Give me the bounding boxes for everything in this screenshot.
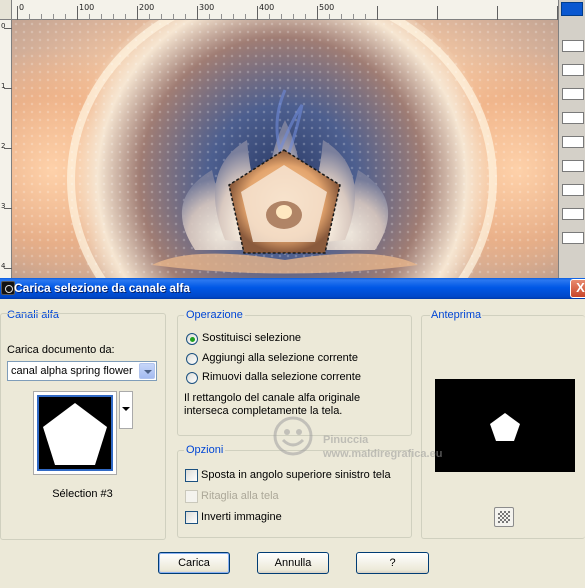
- ruler-label: 300: [199, 3, 215, 12]
- remove-selection-radio[interactable]: [186, 372, 198, 384]
- watermark-logo: [273, 416, 313, 456]
- crop-to-canvas-label: Ritaglia alla tela: [201, 490, 279, 502]
- panel-title-strip: [561, 2, 583, 16]
- preview-zoom-button[interactable]: [494, 507, 514, 527]
- operation-info-line1: Il rettangolo del canale alfa originale: [184, 392, 361, 404]
- load-button[interactable]: Carica: [158, 552, 230, 574]
- app-icon: [1, 281, 15, 295]
- ruler-label: 3: [1, 202, 6, 210]
- add-selection-radio[interactable]: [186, 353, 198, 365]
- panel-layer-thumb[interactable]: [562, 112, 584, 124]
- lotus-artwork: [152, 89, 418, 274]
- dialog-title: Carica selezione da canale alfa: [14, 281, 191, 295]
- watermark-url: www.maldiregrafica.eu: [323, 448, 443, 460]
- panel-layer-thumb[interactable]: [562, 208, 584, 220]
- watermark-name: Pinuccia: [323, 434, 369, 446]
- move-to-top-left-label[interactable]: Sposta in angolo superiore sinistro tela: [201, 469, 391, 481]
- replace-selection-radio[interactable]: [186, 333, 198, 345]
- remove-selection-label[interactable]: Rimuovi dalla selezione corrente: [202, 371, 361, 383]
- panel-layer-thumb[interactable]: [562, 64, 584, 76]
- invert-image-checkbox[interactable]: [185, 511, 198, 524]
- image-canvas[interactable]: [12, 20, 558, 278]
- add-selection-label[interactable]: Aggiungi alla selezione corrente: [202, 352, 358, 364]
- horizontal-ruler: 0 100 200 300 400 500: [0, 0, 558, 20]
- panel-layer-thumb[interactable]: [562, 160, 584, 172]
- preview-label: Anteprima: [430, 309, 483, 321]
- ruler-label: 100: [79, 3, 95, 12]
- panel-layer-thumb[interactable]: [562, 40, 584, 52]
- alpha-channels-frame: [0, 313, 166, 540]
- ruler-label: 0: [19, 3, 25, 12]
- dialog-titlebar[interactable]: Carica selezione da canale alfa X: [0, 278, 585, 299]
- crop-to-canvas-checkbox: [185, 490, 198, 503]
- load-selection-dialog: Carica selezione da canale alfa X Canali…: [0, 278, 585, 588]
- ruler-label: 0: [1, 22, 6, 30]
- ruler-label: 1: [1, 82, 6, 90]
- invert-image-label[interactable]: Inverti immagine: [201, 511, 282, 523]
- replace-selection-label[interactable]: Sostituisci selezione: [202, 332, 301, 344]
- ruler-corner: [0, 0, 12, 20]
- panel-layer-thumb[interactable]: [562, 232, 584, 244]
- close-button[interactable]: X: [570, 279, 585, 298]
- background-app: 0 100 200 300 400 500 0 1 2 3 4: [0, 0, 585, 278]
- ruler-label: 4: [1, 262, 6, 270]
- options-group-title: Opzioni: [184, 444, 226, 456]
- panel-layer-thumb[interactable]: [562, 88, 584, 100]
- cancel-button[interactable]: Annulla: [257, 552, 329, 574]
- ruler-label: 400: [259, 3, 275, 12]
- operation-group-title: Operazione: [184, 309, 245, 321]
- help-button[interactable]: ?: [356, 552, 429, 574]
- watermark: Pinuccia www.maldiregrafica.eu: [265, 408, 495, 468]
- panel-layer-thumb[interactable]: [562, 184, 584, 196]
- ruler-label: 500: [319, 3, 335, 12]
- panel-layer-thumb[interactable]: [562, 136, 584, 148]
- vertical-ruler: 0 1 2 3 4: [0, 20, 12, 278]
- move-to-top-left-checkbox[interactable]: [185, 469, 198, 482]
- right-tool-panel: [558, 0, 585, 278]
- ruler-label: 200: [139, 3, 155, 12]
- ruler-label: 2: [1, 142, 6, 150]
